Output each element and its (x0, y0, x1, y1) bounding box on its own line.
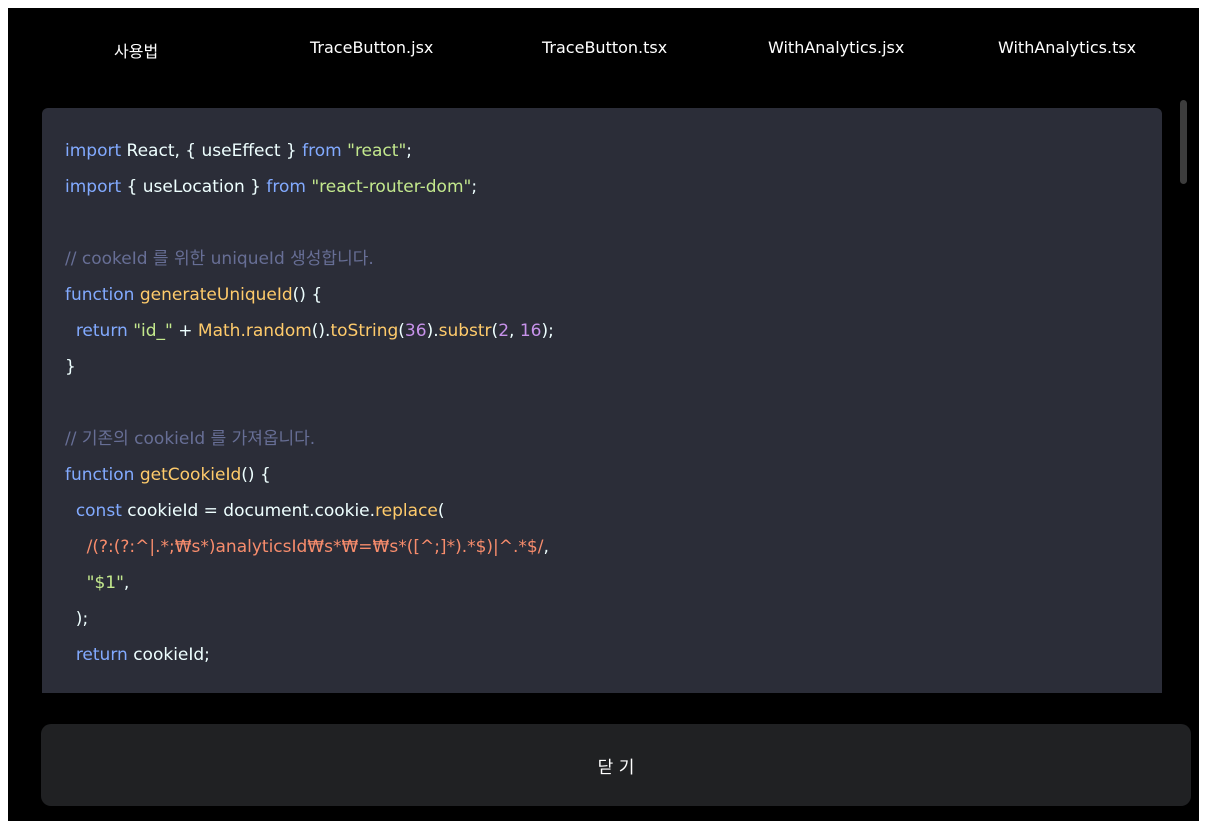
code-line: ); (65, 604, 88, 634)
code-token-function: Math.random (197, 321, 312, 341)
code-token-plain: ( (437, 501, 445, 521)
code-token-plain: , (123, 573, 130, 593)
code-line: import React, { useEffect } from "react"… (65, 136, 412, 166)
tab-tracebutton-jsx[interactable]: TraceButton.jsx (310, 38, 433, 57)
code-line: import { useLocation } from "react-route… (65, 172, 477, 202)
code-token-plain: , (543, 537, 549, 557)
code-line: function getCookieId() { (65, 460, 271, 490)
code-token-function: replace (375, 501, 438, 521)
code-line: return cookieId; (65, 640, 210, 670)
close-button[interactable]: 닫 기 (41, 724, 1191, 806)
code-token-keyword: const (75, 501, 122, 521)
code-token-number: 2 (498, 321, 510, 341)
file-tabs: 사용법 TraceButton.jsx TraceButton.tsx With… (8, 8, 1199, 92)
code-token-function: getCookieId (139, 465, 242, 485)
code-token-keyword: function (65, 285, 135, 305)
code-token-function: toString (330, 321, 399, 341)
code-token-keyword: import (65, 141, 122, 161)
code-token-plain: ); (541, 321, 554, 341)
code-token-function: substr (438, 321, 492, 341)
code-token-plain: } (65, 357, 76, 377)
code-token-plain: + (172, 321, 198, 341)
code-token-keyword: from (302, 141, 342, 161)
code-token-plain: ( (398, 321, 405, 341)
code-token-regex: /(?:(?:^|.*;₩s*)analyticsId₩s*₩=₩s*([^;]… (86, 537, 544, 557)
code-token-keyword: function (65, 465, 135, 485)
code-token-keyword: import (65, 177, 122, 197)
code-line: const cookieId = document.cookie.replace… (65, 496, 445, 526)
code-line: // cookeId 를 위한 uniqueId 생성합니다. (65, 244, 374, 274)
code-line: } (65, 352, 76, 382)
code-token-keyword: from (266, 177, 306, 197)
code-token-plain: (). (311, 321, 331, 341)
code-token-plain: { useLocation } (121, 177, 267, 197)
code-token-plain: ); (65, 609, 89, 629)
code-token-plain: React, { useEffect } (121, 141, 303, 161)
code-token-plain: ; (471, 177, 478, 197)
code-token-number: 16 (519, 321, 542, 341)
tab-usage[interactable]: 사용법 (114, 38, 158, 62)
code-token-plain: () { (292, 285, 323, 305)
tab-withanalytics-tsx[interactable]: WithAnalytics.tsx (998, 38, 1136, 57)
tab-tracebutton-tsx[interactable]: TraceButton.tsx (542, 38, 667, 57)
code-token-string: "$1" (86, 573, 124, 593)
code-token-plain: ; (406, 141, 413, 161)
code-token-function: generateUniqueId (139, 285, 293, 305)
code-line: function generateUniqueId() { (65, 280, 322, 310)
code-line: /(?:(?:^|.*;₩s*)analyticsId₩s*₩=₩s*([^;]… (65, 532, 549, 562)
code-line: // 기존의 cookieId 를 가져옵니다. (65, 424, 315, 454)
scrollbar[interactable] (1180, 100, 1187, 184)
code-viewer-modal: 사용법 TraceButton.jsx TraceButton.tsx With… (8, 8, 1199, 821)
code-token-plain: , (509, 321, 520, 341)
close-button-label: 닫 기 (597, 758, 635, 778)
code-line: "$1", (65, 568, 130, 598)
code-token-string: "react" (347, 141, 407, 161)
code-token-string: "id_" (133, 321, 173, 341)
code-token-number: 36 (404, 321, 427, 341)
code-token-comment: // cookeId 를 위한 uniqueId 생성합니다. (65, 249, 374, 269)
code-token-plain: ). (426, 321, 439, 341)
code-block: import React, { useEffect } from "react"… (42, 108, 1162, 693)
code-line: return "id_" + Math.random().toString(36… (65, 316, 554, 346)
code-token-plain: cookieId; (127, 645, 210, 665)
code-token-comment: // 기존의 cookieId 를 가져옵니다. (65, 429, 316, 449)
tab-withanalytics-jsx[interactable]: WithAnalytics.jsx (768, 38, 904, 57)
code-token-keyword: return (75, 645, 128, 665)
code-token-plain: cookieId = document.cookie. (121, 501, 376, 521)
code-token-string: "react-router-dom" (311, 177, 472, 197)
code-token-plain: () { (241, 465, 271, 485)
code-token-keyword: return (75, 321, 128, 341)
